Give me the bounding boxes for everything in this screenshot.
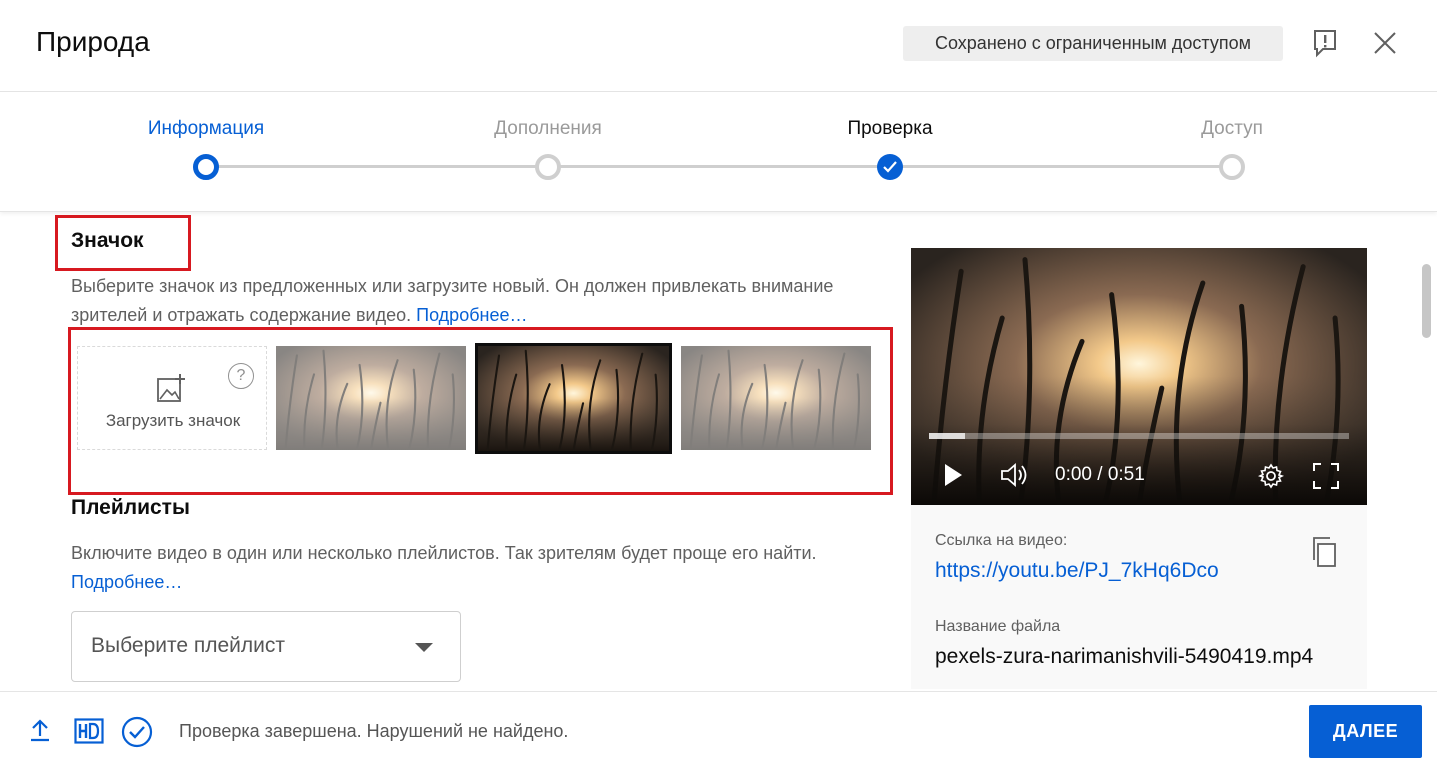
checks-status-text: Проверка завершена. Нарушений не найдено… (179, 721, 569, 741)
file-name-label: Название файла (935, 618, 1061, 635)
step-info[interactable]: Информация (106, 92, 306, 192)
video-preview-panel: 0:00 / 0:51 Ссылка на видео: https://you… (911, 248, 1367, 689)
video-progress-fill (929, 433, 965, 439)
saved-status-badge: Сохранено с ограниченным доступом (903, 26, 1283, 61)
video-player[interactable]: 0:00 / 0:51 (911, 248, 1367, 505)
thumbnail-learn-more-link[interactable]: Подробнее… (416, 305, 527, 325)
help-icon[interactable]: ? (228, 363, 254, 389)
playlists-description: Включите видео в один или несколько плей… (71, 539, 861, 597)
fullscreen-icon[interactable] (1313, 463, 1339, 494)
thumbnail-option[interactable] (276, 346, 466, 450)
add-image-icon (157, 374, 185, 402)
dialog-title: Природа (36, 26, 150, 57)
upload-thumbnail-button[interactable]: ? Загрузить значок (77, 346, 267, 450)
playlists-learn-more-link[interactable]: Подробнее… (71, 572, 182, 592)
playlists-section-title: Плейлисты (71, 496, 190, 519)
copy-icon[interactable] (1311, 536, 1337, 573)
upload-stepper: Информация Дополнения Проверка Доступ (0, 92, 1437, 212)
upload-thumbnail-label: Загрузить значок (105, 411, 241, 430)
step-extras-label: Дополнения (494, 118, 602, 139)
scrollbar-thumb[interactable] (1422, 264, 1431, 338)
volume-icon[interactable] (1000, 462, 1030, 493)
checks-complete-icon[interactable] (121, 716, 153, 753)
step-pending-dot (1219, 154, 1245, 180)
settings-gear-icon[interactable] (1257, 463, 1285, 494)
video-controls: 0:00 / 0:51 (911, 424, 1367, 505)
video-time-display: 0:00 / 0:51 (1055, 464, 1145, 485)
step-extras[interactable]: Дополнения (448, 92, 648, 192)
step-checks-label: Проверка (847, 118, 933, 139)
step-visibility[interactable]: Доступ (1132, 92, 1332, 192)
thumbnail-option-selected[interactable] (475, 343, 672, 454)
video-progress-bar[interactable] (929, 433, 1349, 439)
upload-icon[interactable] (29, 718, 51, 747)
play-icon[interactable] (943, 463, 963, 492)
step-pending-dot (535, 154, 561, 180)
file-name-value: pexels-zura-narimanishvili-5490419.mp4 (935, 645, 1314, 668)
playlist-select-placeholder: Выберите плейлист (91, 634, 286, 657)
step-checks[interactable]: Проверка (790, 92, 990, 192)
dialog-footer: Проверка завершена. Нарушений не найдено… (0, 691, 1437, 769)
step-current-dot (193, 154, 219, 180)
close-icon[interactable] (1368, 26, 1402, 60)
dialog-header: Природа Сохранено с ограниченным доступо… (0, 0, 1437, 92)
thumbnail-description: Выберите значок из предложенных или загр… (71, 272, 861, 330)
thumbnail-section-title: Значок (71, 229, 144, 252)
video-link-label: Ссылка на видео: (935, 532, 1068, 549)
chevron-down-icon (415, 643, 433, 652)
playlists-description-text: Включите видео в один или несколько плей… (71, 543, 817, 563)
next-button[interactable]: ДАЛЕЕ (1309, 705, 1422, 758)
step-info-label: Информация (147, 118, 265, 139)
hd-icon[interactable] (74, 718, 104, 749)
video-link[interactable]: https://youtu.be/PJ_7kHq6Dco (935, 559, 1219, 583)
step-visibility-label: Доступ (1201, 118, 1263, 139)
stepper-track (206, 165, 1232, 168)
check-icon (877, 154, 903, 180)
thumbnail-option[interactable] (681, 346, 871, 450)
report-issue-icon[interactable] (1308, 26, 1342, 60)
playlist-select[interactable]: Выберите плейлист (71, 611, 461, 682)
